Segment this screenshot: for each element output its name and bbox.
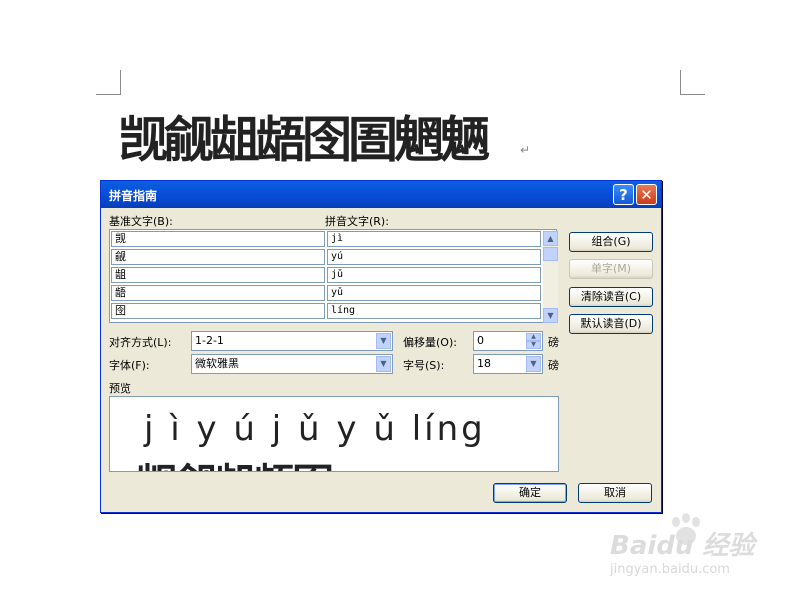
cancel-button[interactable]: 取消 (578, 483, 652, 503)
base-text-cell[interactable]: 龉 (111, 285, 325, 301)
preview-box: j ì y ú j ǔ y ǔ líng 觊觎龃龉囹 (109, 396, 559, 472)
page-corner-mark-top-right (680, 70, 705, 95)
page-corner-mark-top-left (96, 70, 121, 95)
spin-up-icon[interactable]: ▲ (526, 333, 541, 341)
table-row: 觎 yú (111, 249, 541, 265)
single-char-button[interactable]: 单字(M) (569, 259, 653, 279)
base-text-cell[interactable]: 囹 (111, 303, 325, 319)
offset-label: 偏移量(O): (403, 336, 457, 349)
size-unit: 磅 (548, 359, 559, 372)
table-row: 龉 yǔ (111, 285, 541, 301)
pinyin-text-label: 拼音文字(R): (325, 215, 389, 228)
dialog-titlebar[interactable]: 拼音指南 ? ✕ (101, 181, 661, 208)
chevron-down-icon[interactable]: ▼ (376, 333, 391, 349)
alignment-value: 1-2-1 (195, 334, 224, 347)
scroll-thumb[interactable] (543, 247, 558, 261)
pinyin-text-cell[interactable]: yǔ (327, 285, 541, 301)
table-row: 囹 líng (111, 303, 541, 319)
font-value: 微软雅黑 (195, 357, 239, 370)
spin-down-icon[interactable]: ▼ (526, 341, 541, 349)
pinyin-text-cell[interactable]: yú (327, 249, 541, 265)
text-grid: 觊 jì 觎 yú 龃 jǔ 龉 yǔ 囹 líng ▲ ▼ (109, 229, 558, 323)
chevron-down-icon[interactable]: ▼ (526, 356, 541, 372)
pinyin-text-cell[interactable]: jì (327, 231, 541, 247)
preview-pinyin: j ì y ú j ǔ y ǔ líng (144, 409, 486, 449)
scroll-up-icon[interactable]: ▲ (543, 231, 558, 246)
base-text-label: 基准文字(B): (109, 215, 173, 228)
default-pinyin-button[interactable]: 默认读音(D) (569, 314, 653, 334)
font-select[interactable]: 微软雅黑 ▼ (191, 354, 393, 374)
offset-value: 0 (477, 334, 484, 347)
ok-button[interactable]: 确定 (493, 483, 567, 503)
paragraph-mark: ↵ (520, 143, 531, 157)
size-value: 18 (477, 357, 491, 370)
help-button[interactable]: ? (613, 184, 634, 205)
offset-spinner[interactable]: 0 ▲ ▼ (473, 331, 543, 351)
pinyin-text-cell[interactable]: líng (327, 303, 541, 319)
pinyin-text-cell[interactable]: jǔ (327, 267, 541, 283)
phonetic-guide-dialog: 拼音指南 ? ✕ 基准文字(B): 拼音文字(R): 觊 jì 觎 yú 龃 j… (100, 180, 662, 513)
alignment-label: 对齐方式(L): (109, 336, 172, 349)
offset-unit: 磅 (548, 336, 559, 349)
close-button[interactable]: ✕ (636, 184, 657, 205)
alignment-select[interactable]: 1-2-1 ▼ (191, 331, 393, 351)
chevron-down-icon[interactable]: ▼ (376, 356, 391, 372)
document-text[interactable]: 觊觎龃龉囹圄魍魉 (118, 109, 490, 172)
watermark-url: jingyan.baidu.com (610, 562, 730, 577)
base-text-cell[interactable]: 觎 (111, 249, 325, 265)
combine-button[interactable]: 组合(G) (569, 232, 653, 252)
preview-label: 预览 (109, 382, 131, 395)
table-row: 觊 jì (111, 231, 541, 247)
size-select[interactable]: 18 ▼ (473, 354, 543, 374)
base-text-cell[interactable]: 觊 (111, 231, 325, 247)
base-text-cell[interactable]: 龃 (111, 267, 325, 283)
dialog-title: 拼音指南 (109, 189, 158, 203)
watermark-brand: Baidu 经验 (610, 531, 755, 561)
font-label: 字体(F): (109, 359, 150, 372)
size-label: 字号(S): (403, 359, 445, 372)
preview-text: 觊觎龃龉囹 (136, 451, 334, 471)
grid-scrollbar[interactable]: ▲ ▼ (543, 231, 558, 323)
scroll-down-icon[interactable]: ▼ (543, 308, 558, 323)
clear-pinyin-button[interactable]: 清除读音(C) (569, 287, 653, 307)
table-row: 龃 jǔ (111, 267, 541, 283)
